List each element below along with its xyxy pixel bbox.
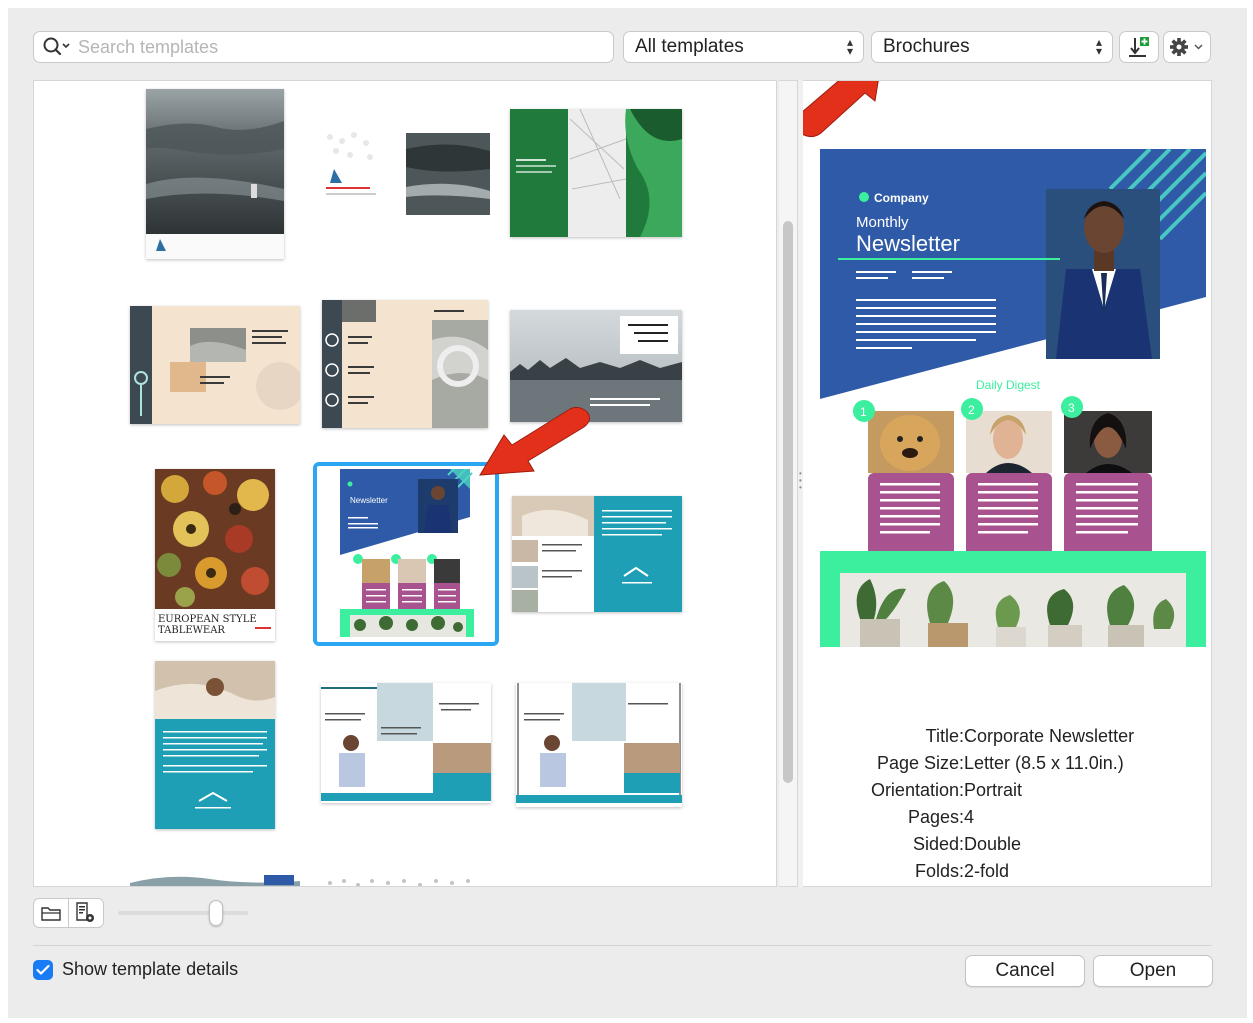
source-select-value: All templates (635, 36, 744, 57)
search-icon (43, 37, 70, 56)
detail-label: Page Size: (876, 753, 964, 773)
search-input[interactable] (78, 36, 598, 58)
newsletter-preview: Company Monthly Newsletter Daily Digest (820, 149, 1206, 647)
detail-value: Portrait (964, 780, 1023, 800)
zoom-slider-track[interactable] (118, 911, 248, 915)
detail-label: Orientation: (870, 780, 964, 800)
reveal-folder-button[interactable] (33, 898, 69, 928)
detail-label: Folds: (914, 861, 964, 881)
import-template-icon (1129, 37, 1149, 57)
detail-row-folds: Folds: 2-fold (810, 858, 1210, 885)
checkmark-icon (36, 964, 50, 975)
template-settings-button[interactable] (68, 898, 104, 928)
preview-daily-digest: Daily Digest (976, 378, 1041, 392)
template-thumbnail-beach-flyer[interactable] (146, 89, 284, 259)
template-thumbnail-real-estate-a[interactable] (512, 496, 682, 612)
template-thumbnail-green-brochure[interactable] (510, 109, 682, 237)
preview-step-1: 1 (860, 405, 867, 419)
zoom-slider-knob[interactable] (208, 900, 223, 926)
folder-icon (41, 907, 61, 921)
detail-value: Corporate Newsletter (964, 726, 1135, 746)
tableware-line2: TABLEWEAR (158, 625, 225, 636)
detail-value: Double (964, 834, 1022, 854)
preview-newsletter-title: Newsletter (856, 231, 960, 256)
splitter-grip-icon: • • • (799, 469, 802, 492)
source-select[interactable]: All templates ▴ ▾ (623, 31, 864, 63)
divider (33, 945, 1212, 946)
preview-company-label: Company (874, 191, 929, 205)
template-grid[interactable]: EUROPEAN STYLE TABLEWEAR Newsletter (33, 80, 777, 887)
updown-chevron-icon: ▴ ▾ (846, 35, 853, 58)
detail-value: Letter (8.5 x 11.0in.) (964, 753, 1124, 773)
updown-chevron-icon: ▴ ▾ (1095, 35, 1102, 58)
tableware-line1: EUROPEAN STYLE (158, 614, 257, 625)
template-thumbnail-beige-numbered[interactable] (322, 300, 488, 428)
annotation-arrow-icon (803, 81, 879, 137)
preview-step-3: 3 (1068, 401, 1075, 415)
open-button[interactable]: Open (1093, 955, 1213, 987)
gear-icon (1170, 38, 1203, 56)
show-details-checkbox[interactable] (33, 960, 53, 980)
detail-row-pages: Pages: 4 (810, 804, 1210, 831)
import-template-button[interactable] (1119, 31, 1159, 63)
search-field[interactable] (33, 31, 614, 63)
document-gear-icon (76, 902, 94, 922)
annotation-arrow-icon (479, 406, 590, 476)
template-thumbnail-partial-b[interactable] (320, 871, 490, 886)
detail-label: Title: (925, 726, 964, 746)
template-details: Title: Corporate Newsletter Page Size: L… (810, 723, 1210, 885)
detail-label: Sided: (912, 834, 964, 854)
selected-template-highlight (313, 462, 499, 646)
detail-row-page-size: Page Size: Letter (8.5 x 11.0in.) (810, 750, 1210, 777)
cancel-button[interactable]: Cancel (965, 955, 1085, 987)
detail-row-title: Title: Corporate Newsletter (810, 723, 1210, 750)
detail-row-orientation: Orientation: Portrait (810, 777, 1210, 804)
template-thumbnail-real-estate-d[interactable] (516, 683, 682, 807)
template-thumbnail-real-estate-b[interactable] (155, 661, 275, 829)
template-thumbnail-beach-trifold[interactable] (320, 129, 492, 217)
detail-label: Pages: (907, 807, 964, 827)
template-thumbnail-real-estate-c[interactable] (321, 683, 491, 803)
show-details-label[interactable]: Show template details (62, 959, 238, 980)
preview-monthly-label: Monthly (856, 214, 909, 231)
category-select[interactable]: Brochures ▴ ▾ (871, 31, 1113, 63)
detail-value: 2-fold (964, 861, 1010, 881)
grid-scrollbar[interactable] (779, 80, 797, 887)
template-thumbnail-partial-a[interactable] (130, 871, 300, 886)
detail-row-sided: Sided: Double (810, 831, 1210, 858)
settings-menu-button[interactable] (1163, 31, 1211, 63)
template-thumbnail-beige-map[interactable] (130, 306, 300, 424)
grid-scrollbar-thumb[interactable] (783, 221, 793, 783)
detail-value: 4 (964, 807, 975, 827)
preview-step-2: 2 (968, 403, 975, 417)
category-select-value: Brochures (883, 36, 970, 57)
template-thumbnail-tableware[interactable]: EUROPEAN STYLE TABLEWEAR (155, 469, 275, 641)
